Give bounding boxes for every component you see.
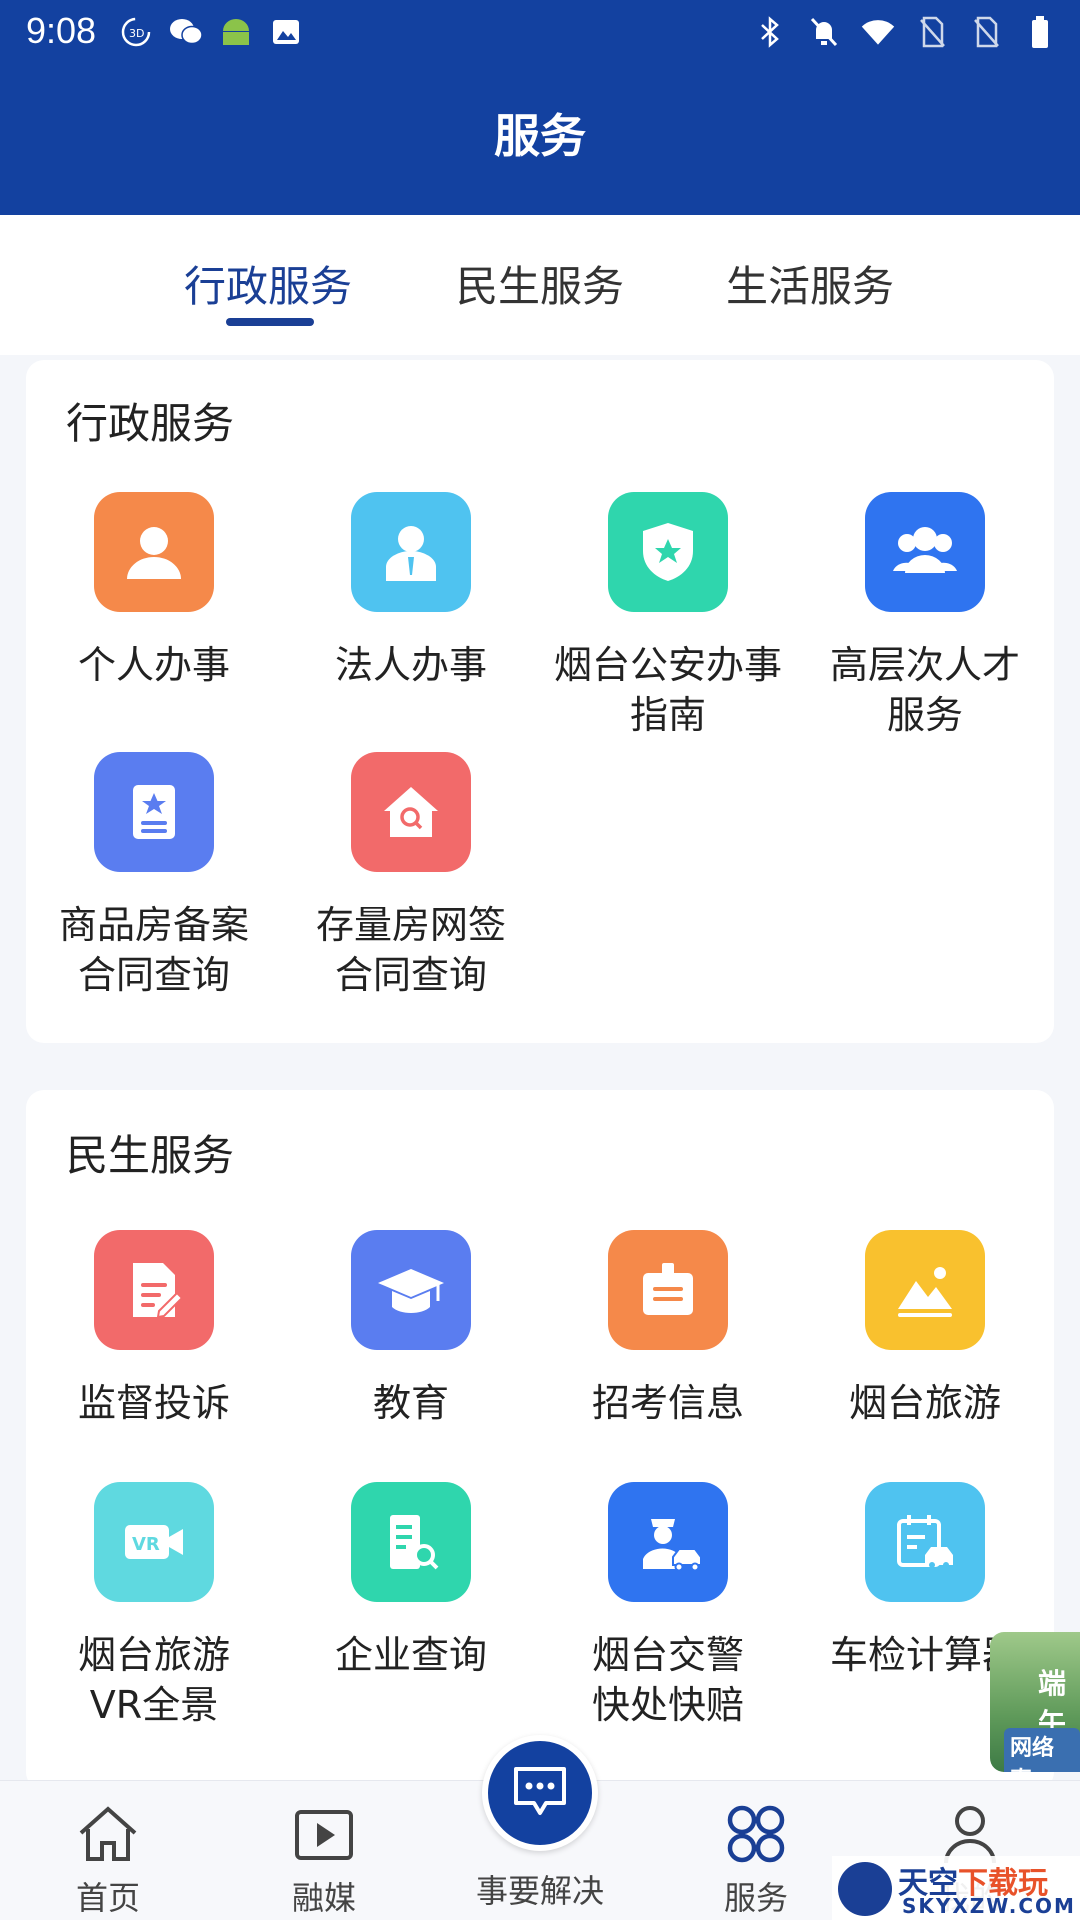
nav-label: 融媒 (291, 1879, 356, 1917)
tab-bar: 行政服务 民生服务 生活服务 (0, 215, 1080, 355)
page-title: 服务 (494, 109, 586, 163)
3d-rotate-icon: 3D (118, 14, 154, 50)
promo-subtext: 网络直 (1004, 1728, 1080, 1772)
service-existing-housing[interactable]: 存量房网签 合同查询 (283, 752, 539, 1000)
notice-board-icon (608, 1230, 728, 1350)
service-label: 高层次人才 服务 (829, 643, 1020, 737)
landscape-icon (865, 1230, 985, 1350)
wifi-icon (860, 14, 896, 50)
service-tourism-vr[interactable]: VR 烟台旅游 VR全景 (26, 1482, 282, 1730)
service-yantai-tourism[interactable]: 烟台旅游 (797, 1230, 1053, 1428)
status-time: 9:08 (26, 10, 97, 51)
service-label: 教育 (372, 1381, 449, 1425)
graduation-cap-icon (351, 1230, 471, 1350)
service-talent[interactable]: 高层次人才 服务 (797, 492, 1053, 740)
service-traffic-police[interactable]: 烟台交警 快处快赔 (540, 1482, 796, 1730)
service-police-guide[interactable]: 烟台公安办事 指南 (540, 492, 796, 740)
tab-life-services[interactable]: 生活服务 (726, 253, 894, 314)
svg-text:VR: VR (132, 1534, 160, 1555)
service-commercial-housing[interactable]: 商品房备案 合同查询 (26, 752, 282, 1000)
service-supervision-complaint[interactable]: 监督投诉 (26, 1230, 282, 1428)
floating-promo-banner[interactable]: 端午 网络直 (990, 1632, 1080, 1772)
service-label: 个人办事 (77, 643, 230, 687)
service-label: 烟台旅游 VR全景 (77, 1633, 230, 1727)
vr-camera-icon: VR (94, 1482, 214, 1602)
section-title: 民生服务 (66, 1131, 235, 1180)
service-label: 法人办事 (334, 643, 487, 687)
service-label: 企业查询 (334, 1633, 487, 1677)
grid-icon (676, 1799, 836, 1869)
police-shield-icon (608, 492, 728, 612)
message-icon (510, 1763, 570, 1823)
building-search-icon (351, 1482, 471, 1602)
watermark-url: SKYXZW.COM (902, 1894, 1076, 1918)
car-calendar-icon (865, 1482, 985, 1602)
section-title: 行政服务 (66, 399, 235, 448)
service-label: 烟台交警 快处快赔 (591, 1633, 744, 1727)
bluetooth-icon (752, 14, 788, 50)
resolve-issue-button[interactable] (482, 1735, 598, 1851)
service-recruitment-info[interactable]: 招考信息 (540, 1230, 796, 1428)
mute-bell-icon (806, 14, 842, 50)
tab-admin-services[interactable]: 行政服务 (184, 253, 352, 314)
business-person-icon (351, 492, 471, 612)
tab-livelihood-services[interactable]: 民生服务 (456, 253, 624, 314)
livelihood-services-card: 民生服务 监督投诉 教育 招考信息 烟台旅游 VR 烟台旅游 VR全景 企业查询… (26, 1090, 1054, 1790)
nav-media[interactable]: 融媒 (244, 1799, 404, 1919)
service-label: 烟台公安办事 指南 (553, 643, 782, 737)
service-label: 监督投诉 (77, 1381, 230, 1425)
app-header: 9:08 3D 服务 (0, 0, 1080, 215)
service-education[interactable]: 教育 (283, 1230, 539, 1428)
wechat-icon (168, 14, 204, 50)
watermark-logo (838, 1862, 892, 1916)
traffic-police-icon (608, 1482, 728, 1602)
service-personal-affairs[interactable]: 个人办事 (26, 492, 282, 690)
no-sim-icon (914, 14, 950, 50)
certificate-icon (94, 752, 214, 872)
nav-label: 服务 (723, 1879, 788, 1917)
service-enterprise-query[interactable]: 企业查询 (283, 1482, 539, 1680)
service-legal-person-affairs[interactable]: 法人办事 (283, 492, 539, 690)
status-bar: 9:08 3D (0, 0, 1080, 64)
service-label: 烟台旅游 (848, 1381, 1001, 1425)
admin-services-card: 行政服务 个人办事 法人办事 烟台公安办事 指南 高层次人才 服务 商品房备案 … (26, 360, 1054, 1043)
nav-label: 事要解决 (475, 1872, 604, 1910)
image-icon (268, 14, 304, 50)
site-watermark: 天空下载玩 SKYXZW.COM (832, 1856, 1080, 1920)
nav-home[interactable]: 首页 (28, 1799, 188, 1919)
group-icon (865, 492, 985, 612)
active-tab-indicator (226, 318, 314, 326)
android-icon (218, 14, 254, 50)
service-label: 商品房备案 合同查询 (58, 903, 249, 997)
house-search-icon (351, 752, 471, 872)
play-icon (244, 1799, 404, 1869)
service-label: 招考信息 (591, 1381, 744, 1425)
complaint-doc-icon (94, 1230, 214, 1350)
svg-text:3D: 3D (129, 27, 144, 40)
battery-icon (1022, 14, 1058, 50)
nav-label: 首页 (75, 1879, 140, 1917)
nav-services[interactable]: 服务 (676, 1799, 836, 1919)
service-label: 存量房网签 合同查询 (315, 903, 506, 997)
person-icon (94, 492, 214, 612)
home-icon (28, 1799, 188, 1869)
no-sim-icon-2 (968, 14, 1004, 50)
